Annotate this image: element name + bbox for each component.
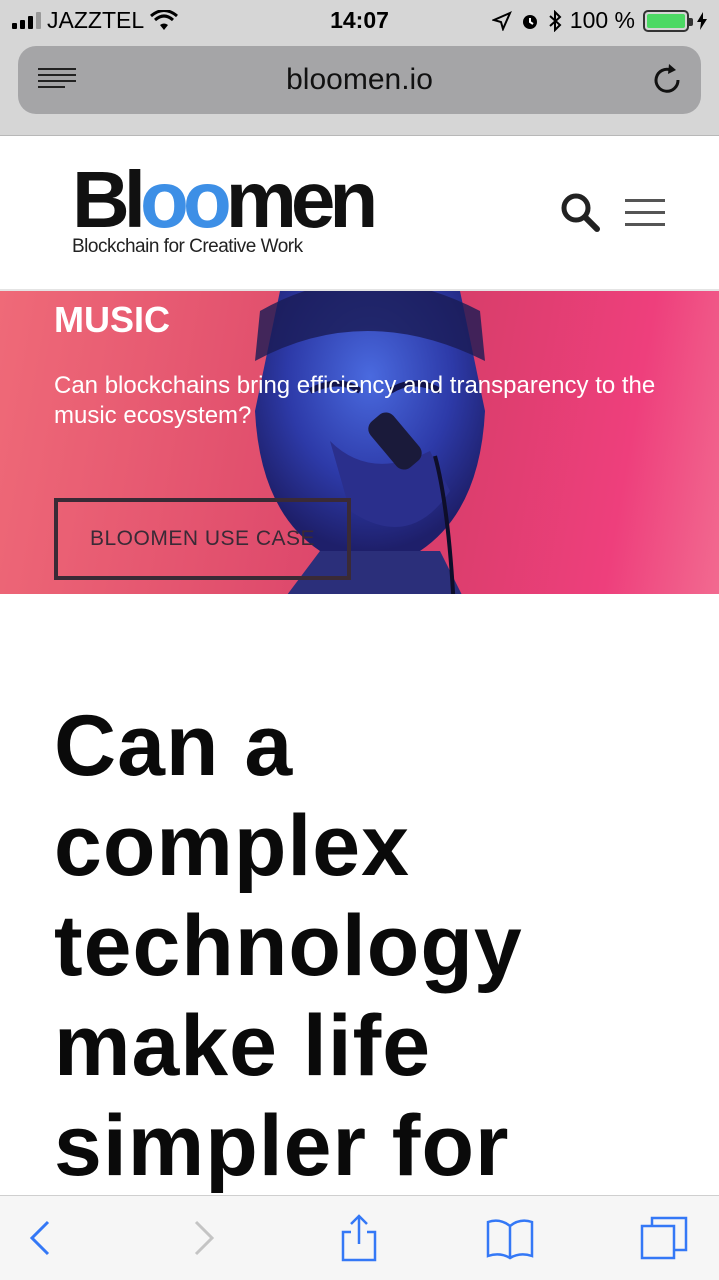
- location-icon: [491, 10, 512, 31]
- site-logo[interactable]: Bloomen Blockchain for Creative Work: [72, 155, 378, 258]
- article-headline: Can a complex technology make life simpl…: [54, 696, 674, 1196]
- headline-line: complex: [54, 798, 410, 894]
- status-right: 100 %: [491, 7, 707, 34]
- bluetooth-icon: [549, 9, 562, 32]
- search-icon[interactable]: [560, 192, 600, 232]
- browser-toolbar: [0, 1195, 719, 1280]
- status-bar: JAZZTEL 14:07 100 %: [0, 0, 719, 40]
- hero-description: Can blockchains bring efficiency and tra…: [54, 372, 656, 429]
- carrier-name: JAZZTEL: [47, 7, 145, 33]
- site-header: Bloomen Blockchain for Creative Work: [0, 136, 719, 291]
- bookmarks-icon[interactable]: [486, 1214, 534, 1262]
- status-left: JAZZTEL: [12, 7, 179, 34]
- share-icon[interactable]: [335, 1214, 383, 1262]
- use-case-button[interactable]: BLOOMEN USE CASE: [54, 498, 351, 580]
- battery-percent: 100 %: [569, 7, 635, 33]
- charging-icon: [697, 11, 707, 30]
- battery-icon: [643, 9, 693, 32]
- hero-banner: MUSIC Can blockchains bring efficiency a…: [0, 291, 719, 594]
- wifi-icon: [150, 9, 179, 30]
- hamburger-menu-icon[interactable]: [625, 199, 665, 227]
- headline-line: simpler for: [54, 1098, 510, 1194]
- battery-fill: [647, 13, 685, 28]
- hero-category: MUSIC: [54, 299, 170, 340]
- back-icon[interactable]: [18, 1214, 66, 1262]
- forward-icon[interactable]: [178, 1214, 226, 1262]
- headline-line: Can a: [54, 698, 294, 794]
- url-text[interactable]: bloomen.io: [18, 46, 701, 114]
- logo-wordmark: Bloomen: [72, 155, 378, 244]
- address-bar[interactable]: bloomen.io: [18, 46, 701, 114]
- browser-chrome: bloomen.io: [0, 40, 719, 136]
- headline-line: make life: [54, 998, 432, 1094]
- alarm-icon: [522, 14, 537, 29]
- reload-icon[interactable]: [649, 62, 685, 98]
- tabs-icon[interactable]: [640, 1214, 688, 1262]
- signal-icon: [12, 12, 41, 29]
- headline-line: technology: [54, 898, 523, 994]
